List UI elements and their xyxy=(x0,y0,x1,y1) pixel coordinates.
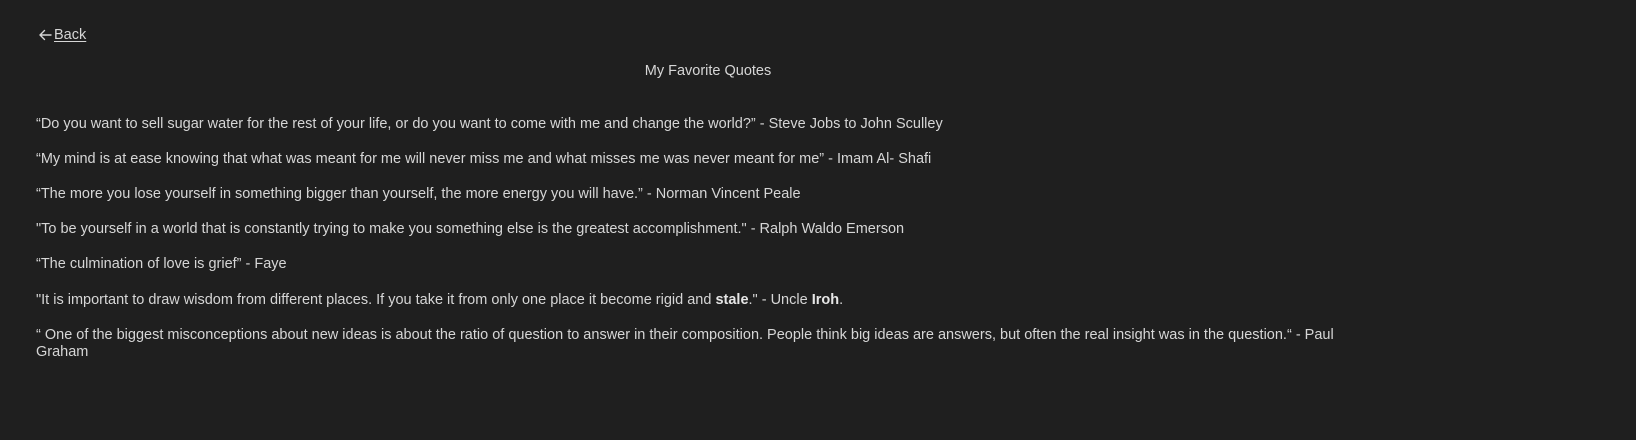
page-title: My Favorite Quotes xyxy=(644,63,772,79)
quote-emphasis: stale xyxy=(715,292,749,308)
arrow-left-icon xyxy=(39,29,52,41)
quote-item: "It is important to draw wisdom from dif… xyxy=(36,292,1336,309)
quote-text: ." - Uncle xyxy=(748,292,812,308)
quote-item: “ One of the biggest misconceptions abou… xyxy=(36,327,1334,360)
back-label[interactable]: Back xyxy=(54,27,86,43)
quote-text: "It is important to draw wisdom from dif… xyxy=(36,292,716,308)
quote-text: . xyxy=(839,292,844,308)
quote-item: “My mind is at ease knowing that what wa… xyxy=(36,151,932,167)
back-link[interactable]: Back xyxy=(38,27,86,43)
quote-list: “Do you want to sell sugar water for the… xyxy=(36,116,1336,361)
quote-item: “The more you lose yourself in something… xyxy=(36,186,801,202)
quote-item: “The culmination of love is grief” - Fay… xyxy=(36,256,287,272)
quote-item: "To be yourself in a world that is const… xyxy=(36,221,905,237)
quote-emphasis: Iroh xyxy=(811,292,840,308)
quote-item: “Do you want to sell sugar water for the… xyxy=(36,116,943,132)
